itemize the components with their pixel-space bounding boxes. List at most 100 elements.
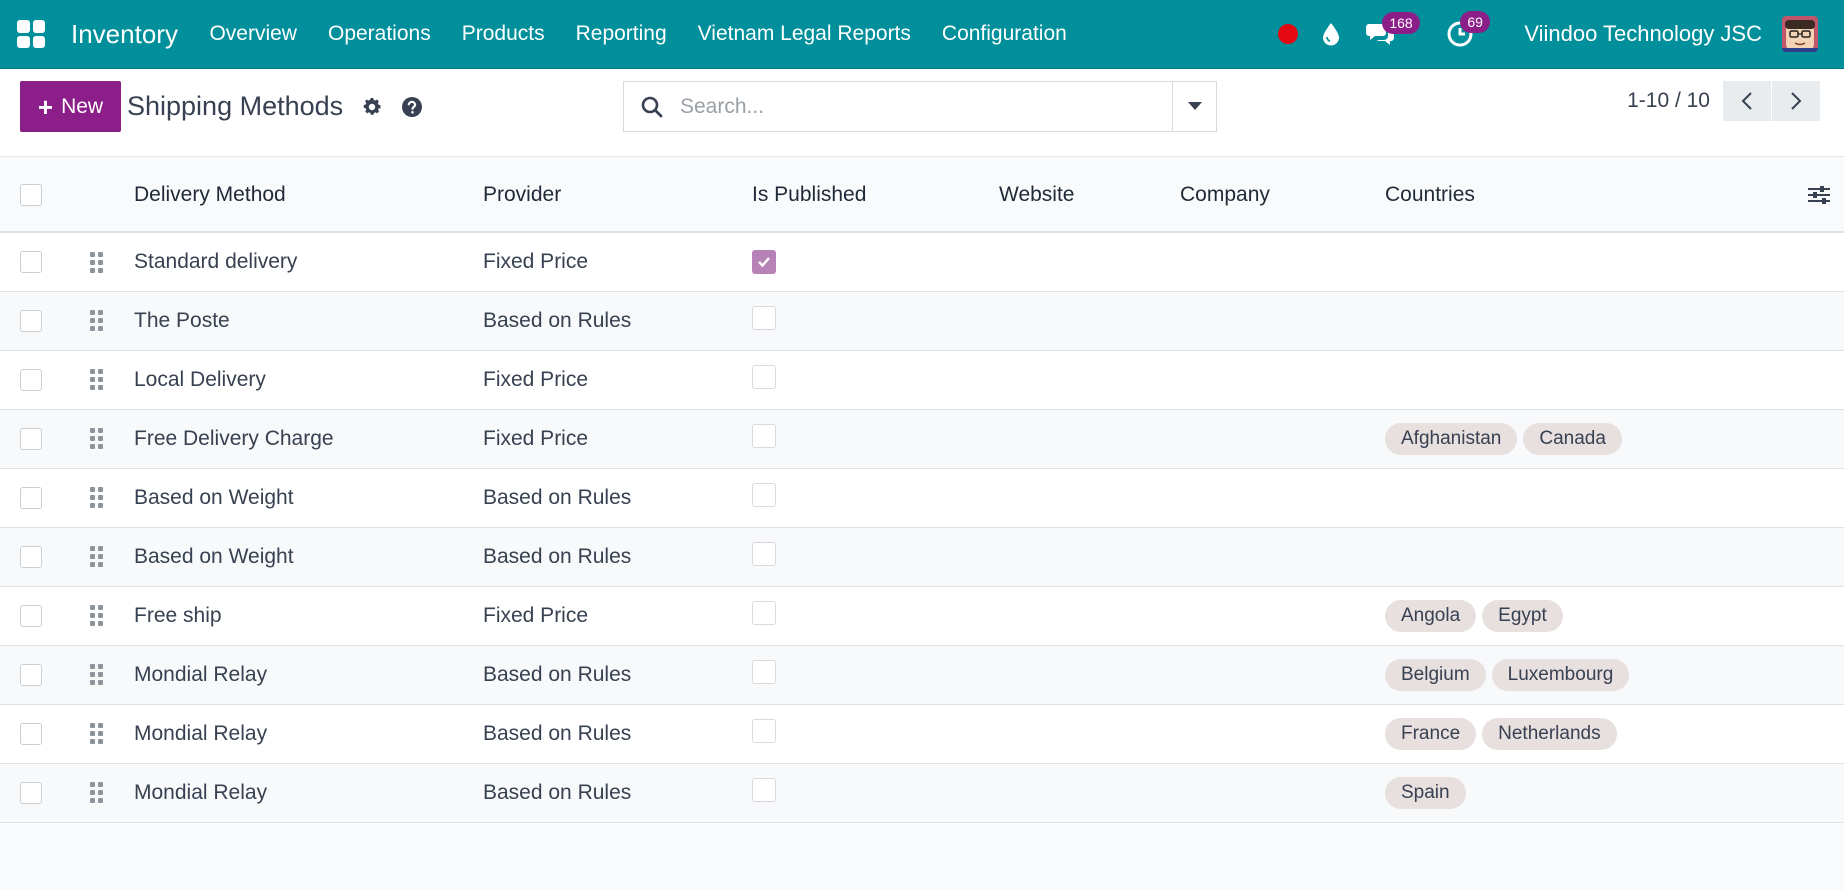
row-select-checkbox[interactable] bbox=[20, 368, 42, 391]
row-select-checkbox[interactable] bbox=[20, 486, 42, 509]
cell-delivery-method[interactable]: Mondial Relay bbox=[134, 645, 483, 704]
select-all-checkbox[interactable] bbox=[20, 183, 42, 206]
apps-menu-icon[interactable] bbox=[17, 20, 45, 48]
water-drop-icon[interactable] bbox=[1322, 22, 1340, 46]
menu-item-products[interactable]: Products bbox=[446, 22, 560, 46]
column-header-company[interactable]: Company bbox=[1180, 158, 1385, 232]
row-select-checkbox[interactable] bbox=[20, 722, 42, 745]
app-title[interactable]: Inventory bbox=[71, 19, 178, 50]
optional-columns-toggle-icon[interactable] bbox=[1794, 184, 1844, 206]
pager-next-button[interactable] bbox=[1771, 81, 1820, 121]
published-checkbox[interactable] bbox=[752, 541, 776, 566]
cell-provider[interactable]: Fixed Price bbox=[483, 586, 752, 645]
published-checkbox[interactable] bbox=[752, 423, 776, 448]
published-checkbox[interactable] bbox=[752, 364, 776, 389]
row-select-checkbox[interactable] bbox=[20, 781, 42, 804]
row-select-checkbox[interactable] bbox=[20, 251, 42, 274]
cell-countries[interactable] bbox=[1385, 291, 1794, 350]
table-row[interactable]: Local Delivery Fixed Price bbox=[0, 350, 1844, 409]
company-switcher[interactable]: Viindoo Technology JSC bbox=[1524, 21, 1762, 47]
cell-delivery-method[interactable]: Based on Weight bbox=[134, 527, 483, 586]
table-row[interactable]: Standard delivery Fixed Price bbox=[0, 232, 1844, 291]
published-checkbox[interactable] bbox=[752, 482, 776, 507]
cell-provider[interactable]: Based on Rules bbox=[483, 468, 752, 527]
cell-provider[interactable]: Based on Rules bbox=[483, 645, 752, 704]
published-checkbox[interactable] bbox=[752, 600, 776, 625]
row-select-checkbox[interactable] bbox=[20, 427, 42, 450]
drag-handle-icon[interactable] bbox=[90, 369, 103, 391]
cell-provider[interactable]: Fixed Price bbox=[483, 409, 752, 468]
published-checkbox-checked[interactable] bbox=[752, 249, 776, 274]
column-header-provider[interactable]: Provider bbox=[483, 158, 752, 232]
cell-countries[interactable] bbox=[1385, 350, 1794, 409]
cell-countries[interactable]: Angola Egypt bbox=[1385, 586, 1794, 645]
cell-company[interactable] bbox=[1180, 704, 1385, 763]
row-select-checkbox[interactable] bbox=[20, 604, 42, 627]
table-row[interactable]: Free Delivery Charge Fixed Price Afghanist… bbox=[0, 409, 1844, 468]
row-select-checkbox[interactable] bbox=[20, 309, 42, 332]
table-row[interactable]: Mondial Relay Based on Rules France Netherl… bbox=[0, 704, 1844, 763]
menu-item-overview[interactable]: Overview bbox=[194, 22, 313, 46]
drag-handle-icon[interactable] bbox=[90, 782, 103, 804]
column-header-is-published[interactable]: Is Published bbox=[752, 158, 999, 232]
cell-provider[interactable]: Based on Rules bbox=[483, 291, 752, 350]
drag-handle-icon[interactable] bbox=[90, 487, 103, 509]
drag-handle-icon[interactable] bbox=[90, 428, 103, 450]
table-row[interactable]: Mondial Relay Based on Rules Belgium Luxemb… bbox=[0, 645, 1844, 704]
menu-item-reporting[interactable]: Reporting bbox=[560, 22, 682, 46]
cell-countries[interactable]: Spain bbox=[1385, 763, 1794, 822]
published-checkbox[interactable] bbox=[752, 777, 776, 802]
published-checkbox[interactable] bbox=[752, 659, 776, 684]
cell-website[interactable] bbox=[999, 409, 1180, 468]
menu-item-vietnam-legal-reports[interactable]: Vietnam Legal Reports bbox=[682, 22, 926, 46]
cell-delivery-method[interactable]: Mondial Relay bbox=[134, 704, 483, 763]
cell-countries[interactable] bbox=[1385, 527, 1794, 586]
gear-icon[interactable] bbox=[361, 96, 383, 118]
column-header-delivery-method[interactable]: Delivery Method bbox=[134, 158, 483, 232]
cell-countries[interactable]: Belgium Luxembourg bbox=[1385, 645, 1794, 704]
column-header-website[interactable]: Website bbox=[999, 158, 1180, 232]
cell-website[interactable] bbox=[999, 468, 1180, 527]
cell-company[interactable] bbox=[1180, 468, 1385, 527]
cell-company[interactable] bbox=[1180, 763, 1385, 822]
table-row[interactable]: Free ship Fixed Price Angola Egypt bbox=[0, 586, 1844, 645]
drag-handle-icon[interactable] bbox=[90, 723, 103, 745]
cell-company[interactable] bbox=[1180, 350, 1385, 409]
user-avatar[interactable] bbox=[1782, 16, 1818, 52]
drag-handle-icon[interactable] bbox=[90, 251, 103, 273]
row-select-checkbox[interactable] bbox=[20, 545, 42, 568]
cell-delivery-method[interactable]: The Poste bbox=[134, 291, 483, 350]
cell-website[interactable] bbox=[999, 704, 1180, 763]
cell-provider[interactable]: Fixed Price bbox=[483, 350, 752, 409]
cell-website[interactable] bbox=[999, 645, 1180, 704]
published-checkbox[interactable] bbox=[752, 305, 776, 330]
cell-provider[interactable]: Fixed Price bbox=[483, 232, 752, 291]
cell-countries[interactable] bbox=[1385, 468, 1794, 527]
cell-company[interactable] bbox=[1180, 645, 1385, 704]
record-icon[interactable] bbox=[1278, 24, 1299, 44]
drag-handle-icon[interactable] bbox=[90, 605, 103, 627]
table-row[interactable]: Mondial Relay Based on Rules Spain bbox=[0, 763, 1844, 822]
menu-item-operations[interactable]: Operations bbox=[312, 22, 446, 46]
cell-countries[interactable] bbox=[1385, 232, 1794, 291]
column-header-countries[interactable]: Countries bbox=[1385, 158, 1794, 232]
cell-provider[interactable]: Based on Rules bbox=[483, 527, 752, 586]
cell-countries[interactable]: France Netherlands bbox=[1385, 704, 1794, 763]
cell-company[interactable] bbox=[1180, 586, 1385, 645]
pager-value[interactable]: 1-10 / 10 bbox=[1627, 89, 1710, 113]
cell-website[interactable] bbox=[999, 350, 1180, 409]
cell-company[interactable] bbox=[1180, 409, 1385, 468]
published-checkbox[interactable] bbox=[752, 718, 776, 743]
new-button[interactable]: + New bbox=[20, 81, 121, 132]
cell-countries[interactable]: Afghanistan Canada bbox=[1385, 409, 1794, 468]
table-row[interactable]: Based on Weight Based on Rules bbox=[0, 527, 1844, 586]
cell-delivery-method[interactable]: Standard delivery bbox=[134, 232, 483, 291]
table-row[interactable]: The Poste Based on Rules bbox=[0, 291, 1844, 350]
search-input[interactable] bbox=[680, 94, 1172, 119]
cell-delivery-method[interactable]: Free ship bbox=[134, 586, 483, 645]
cell-provider[interactable]: Based on Rules bbox=[483, 763, 752, 822]
search-options-toggle[interactable] bbox=[1172, 82, 1216, 131]
cell-provider[interactable]: Based on Rules bbox=[483, 704, 752, 763]
cell-delivery-method[interactable]: Local Delivery bbox=[134, 350, 483, 409]
drag-handle-icon[interactable] bbox=[90, 546, 103, 568]
